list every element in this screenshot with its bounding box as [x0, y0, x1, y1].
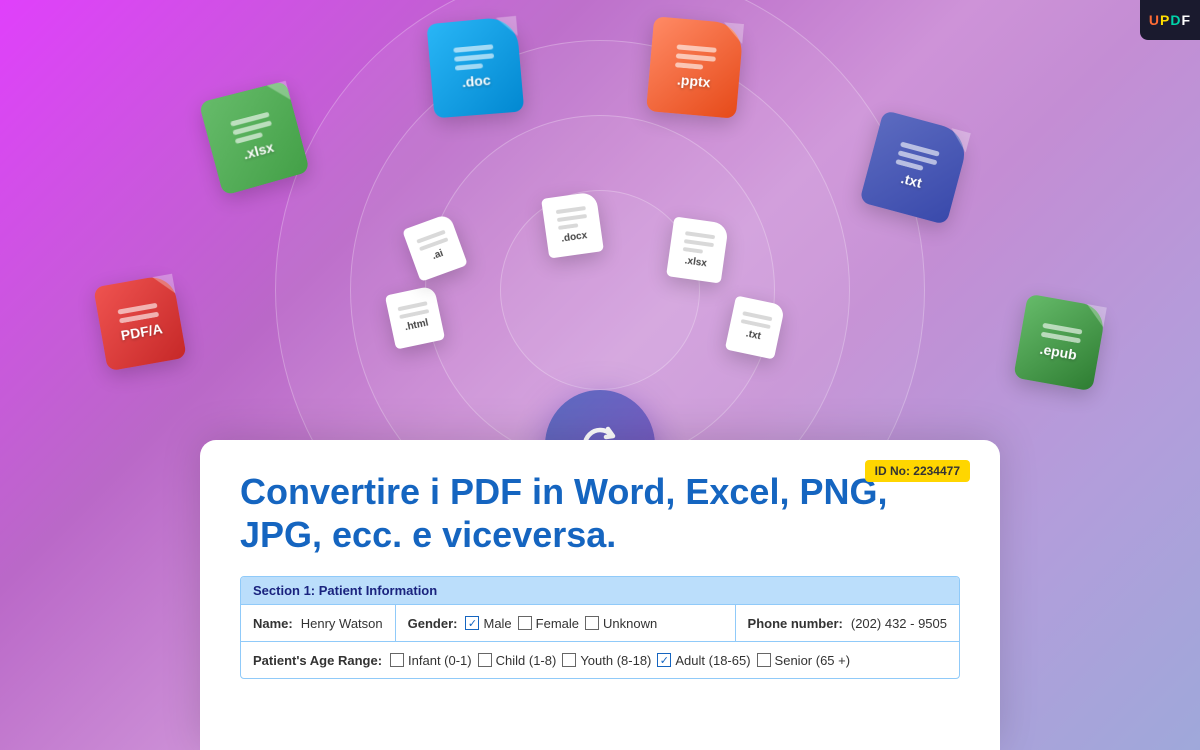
- age-child-option: Child (1-8): [478, 653, 557, 668]
- form-row-age: Patient's Age Range: Infant (0-1) Child …: [241, 642, 959, 678]
- age-youth-label: Youth (8-18): [580, 653, 651, 668]
- gender-unknown-option: Unknown: [585, 616, 657, 631]
- gender-label: Gender:: [408, 616, 458, 631]
- pdfa-file-box: PDF/A: [93, 274, 187, 372]
- patient-form: Section 1: Patient Information Name: Hen…: [240, 576, 960, 679]
- age-child-checkbox[interactable]: [478, 653, 492, 667]
- age-checkbox-group: Infant (0-1) Child (1-8) Youth (8-18) ✓ …: [390, 653, 850, 668]
- age-adult-checkbox[interactable]: ✓: [657, 653, 671, 667]
- form-row-name-gender-phone: Name: Henry Watson Gender: ✓ Male Female: [241, 605, 959, 642]
- age-youth-checkbox[interactable]: [562, 653, 576, 667]
- pptx-file-box: .pptx: [646, 16, 744, 118]
- main-heading: Convertire i PDF in Word, Excel, PNG, JP…: [240, 470, 920, 556]
- name-value: Henry Watson: [301, 616, 383, 631]
- phone-cell: Phone number: (202) 432 - 9505: [736, 610, 959, 637]
- age-infant-checkbox[interactable]: [390, 653, 404, 667]
- name-cell: Name: Henry Watson: [241, 610, 395, 637]
- age-child-label: Child (1-8): [496, 653, 557, 668]
- gender-male-option: ✓ Male: [465, 616, 511, 631]
- gender-unknown-checkbox[interactable]: [585, 616, 599, 630]
- age-youth-option: Youth (8-18): [562, 653, 651, 668]
- age-adult-label: Adult (18-65): [675, 653, 750, 668]
- age-infant-option: Infant (0-1): [390, 653, 472, 668]
- gender-male-checkbox[interactable]: ✓: [465, 616, 479, 630]
- age-range-cell: Patient's Age Range: Infant (0-1) Child …: [241, 647, 862, 674]
- updf-logo: UPDF: [1140, 0, 1200, 40]
- epub-file-box: .epub: [1013, 294, 1107, 392]
- phone-label: Phone number:: [748, 616, 843, 631]
- age-senior-option: Senior (65 +): [757, 653, 851, 668]
- age-adult-option: ✓ Adult (18-65): [657, 653, 750, 668]
- gender-female-option: Female: [518, 616, 579, 631]
- phone-value: (202) 432 - 9505: [851, 616, 947, 631]
- gender-unknown-label: Unknown: [603, 616, 657, 631]
- form-section-header: Section 1: Patient Information: [241, 577, 959, 605]
- id-badge: ID No: 2234477: [865, 460, 970, 482]
- name-label: Name:: [253, 616, 293, 631]
- age-senior-checkbox[interactable]: [757, 653, 771, 667]
- age-range-label: Patient's Age Range:: [253, 653, 382, 668]
- doc-file-box: .doc: [426, 16, 524, 118]
- content-card: ID No: 2234477 Convertire i PDF in Word,…: [200, 440, 1000, 750]
- age-infant-label: Infant (0-1): [408, 653, 472, 668]
- gender-checkbox-group: ✓ Male Female Unknown: [465, 616, 657, 631]
- gender-female-label: Female: [536, 616, 579, 631]
- docx-small-file-box: .docx: [541, 191, 604, 258]
- gender-male-label: Male: [483, 616, 511, 631]
- gender-female-checkbox[interactable]: [518, 616, 532, 630]
- xlsx-small-file-box: .xlsx: [666, 216, 729, 283]
- gender-cell: Gender: ✓ Male Female Unknown: [396, 610, 670, 637]
- age-senior-label: Senior (65 +): [775, 653, 851, 668]
